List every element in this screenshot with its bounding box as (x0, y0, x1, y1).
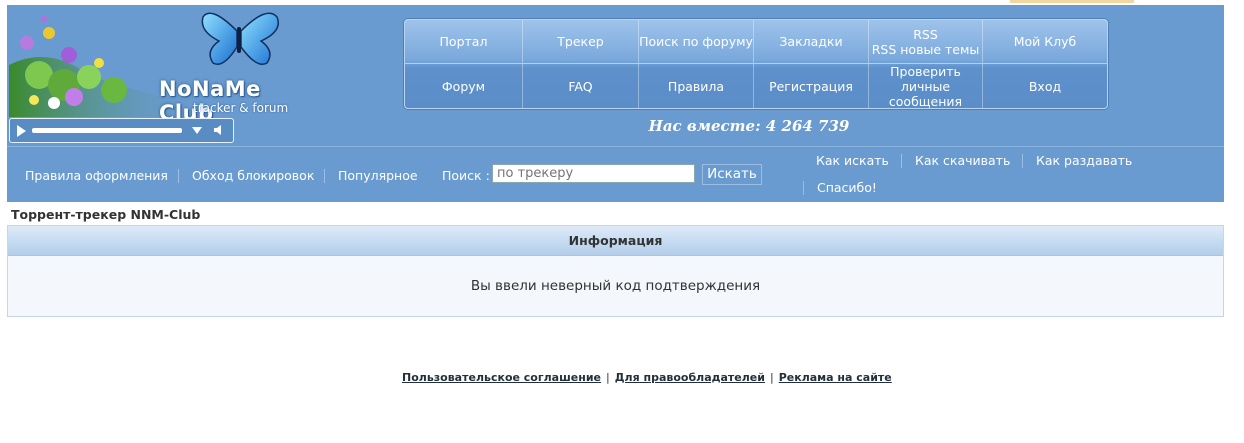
divider (1022, 154, 1023, 168)
chevron-down-icon[interactable] (192, 127, 202, 134)
link-thanks[interactable]: Спасибо! (817, 180, 877, 195)
search-label: Поиск : (442, 168, 490, 183)
divider (324, 169, 325, 183)
play-icon[interactable] (17, 125, 26, 137)
footer-links: Пользовательское соглашение | Для правообл… (402, 371, 892, 384)
sub-nav: Правила оформления Обход блокировок Попу… (7, 146, 1224, 203)
link-how-search[interactable]: Как искать (816, 153, 889, 168)
nav-bookmarks[interactable]: Закладки (754, 20, 869, 64)
audio-player (9, 118, 234, 143)
search-button[interactable]: Искать (702, 164, 762, 185)
link-popular[interactable]: Популярное (338, 168, 418, 183)
site-logo[interactable]: NoNaMe Club tracker & forum (9, 5, 299, 125)
footer-separator: | (606, 371, 610, 384)
info-panel: Информация Вы ввели неверный код подтвер… (7, 225, 1224, 317)
link-rightholders[interactable]: Для правообладателей (615, 371, 765, 384)
link-advertising[interactable]: Реклама на сайте (779, 371, 892, 384)
player-progress-bar[interactable] (32, 128, 182, 133)
link-formatting-rules[interactable]: Правила оформления (25, 168, 168, 183)
nav-my-club[interactable]: Мой Клуб (983, 20, 1107, 64)
main-nav: Портал Трекер Поиск по форуму Закладки R… (404, 19, 1108, 109)
divider (803, 181, 804, 195)
nav-register[interactable]: Регистрация (754, 64, 869, 108)
nav-portal[interactable]: Портал (405, 20, 523, 64)
search-input[interactable] (492, 164, 695, 183)
nav-check-messages[interactable]: Проверить личные сообщения (869, 64, 983, 109)
logo-subtitle: tracker & forum (193, 101, 289, 115)
users-together-count: Нас вместе: 4 264 739 (648, 117, 850, 135)
link-bypass-blocks[interactable]: Обход блокировок (192, 168, 314, 183)
footer-separator: | (769, 371, 774, 384)
nav-login[interactable]: Вход (983, 64, 1107, 108)
divider (901, 154, 902, 168)
divider (178, 169, 179, 183)
nav-tracker[interactable]: Трекер (523, 20, 639, 64)
page-title[interactable]: Торрент-трекер NNM-Club (11, 207, 200, 222)
top-strip (1010, 0, 1134, 3)
nav-forum-search[interactable]: Поиск по форуму (639, 20, 754, 64)
link-how-seed[interactable]: Как раздавать (1036, 153, 1132, 168)
nav-faq[interactable]: FAQ (523, 64, 639, 108)
nav-rss[interactable]: RSS RSS новые темы (869, 20, 983, 64)
nav-rules[interactable]: Правила (639, 64, 754, 108)
nav-forum[interactable]: Форум (405, 64, 523, 108)
link-user-agreement[interactable]: Пользовательское соглашение (402, 371, 601, 384)
volume-icon[interactable] (213, 124, 225, 136)
panel-title: Информация (8, 226, 1223, 256)
site-header: NoNaMe Club tracker & forum Портал Треке… (7, 5, 1224, 202)
link-how-download[interactable]: Как скачивать (915, 153, 1010, 168)
error-message: Вы ввели неверный код подтверждения (470, 278, 761, 294)
